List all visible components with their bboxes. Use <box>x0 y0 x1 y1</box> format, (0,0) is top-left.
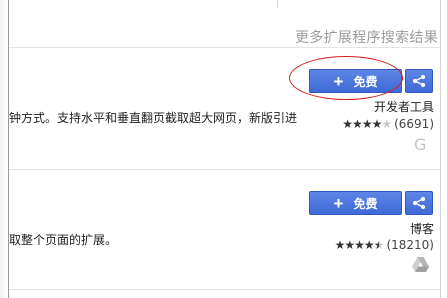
google-drive-icon <box>412 257 429 272</box>
install-button[interactable]: + 免费 <box>309 191 402 215</box>
more-extensions-link[interactable]: 更多扩展程序搜索结果 <box>295 27 438 47</box>
google-g-icon: G <box>414 135 427 154</box>
header-separator <box>277 0 278 8</box>
plus-icon: + <box>333 193 344 213</box>
star-rating-icon: ★★★★★ <box>342 117 392 131</box>
install-label: 免费 <box>353 196 378 211</box>
item-rating: ★★★★★ (18210) <box>335 238 434 252</box>
plus-icon: + <box>333 71 344 91</box>
rating-count: (6691) <box>394 117 434 131</box>
share-button[interactable] <box>405 69 433 93</box>
share-icon <box>412 74 426 88</box>
share-button[interactable] <box>405 191 433 215</box>
item-rating: ★★★★★ (6691) <box>342 117 434 131</box>
list-item: 取整个页面的扩展。 <box>9 170 447 288</box>
left-panel-shadow <box>0 0 8 298</box>
item-category: 开发者工具 <box>373 100 434 114</box>
item-description: 钟方式。支持水平和垂直翻页截取超大网页，新版引进 <box>9 111 298 125</box>
item-description: 取整个页面的扩展。 <box>9 233 118 247</box>
rating-count: (18210) <box>386 238 434 252</box>
install-label: 免费 <box>353 74 378 89</box>
item-category: 博客 <box>409 222 434 236</box>
divider <box>9 289 440 290</box>
star-rating-icon: ★★★★★ <box>334 238 385 252</box>
install-button[interactable]: + 免费 <box>309 69 402 93</box>
share-icon <box>412 196 426 210</box>
